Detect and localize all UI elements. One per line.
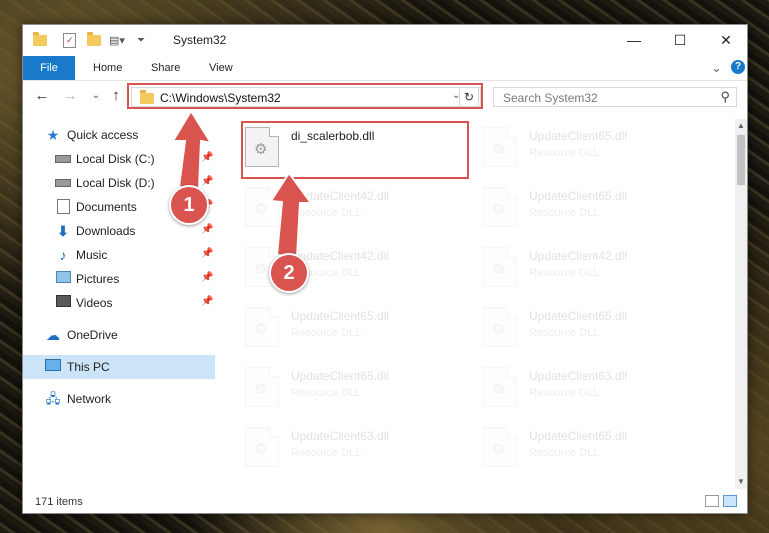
arrow-up-2 bbox=[269, 171, 313, 259]
annotation-arrows bbox=[171, 109, 313, 259]
arrow-up-1 bbox=[171, 109, 214, 191]
step-badge-2: 2 bbox=[269, 253, 309, 293]
file-explorer-window: ✓ ▤▾ ⏷ System32 — ☐ ✕ File Home Share Vi… bbox=[22, 24, 748, 514]
step-badge-1: 1 bbox=[169, 185, 209, 225]
